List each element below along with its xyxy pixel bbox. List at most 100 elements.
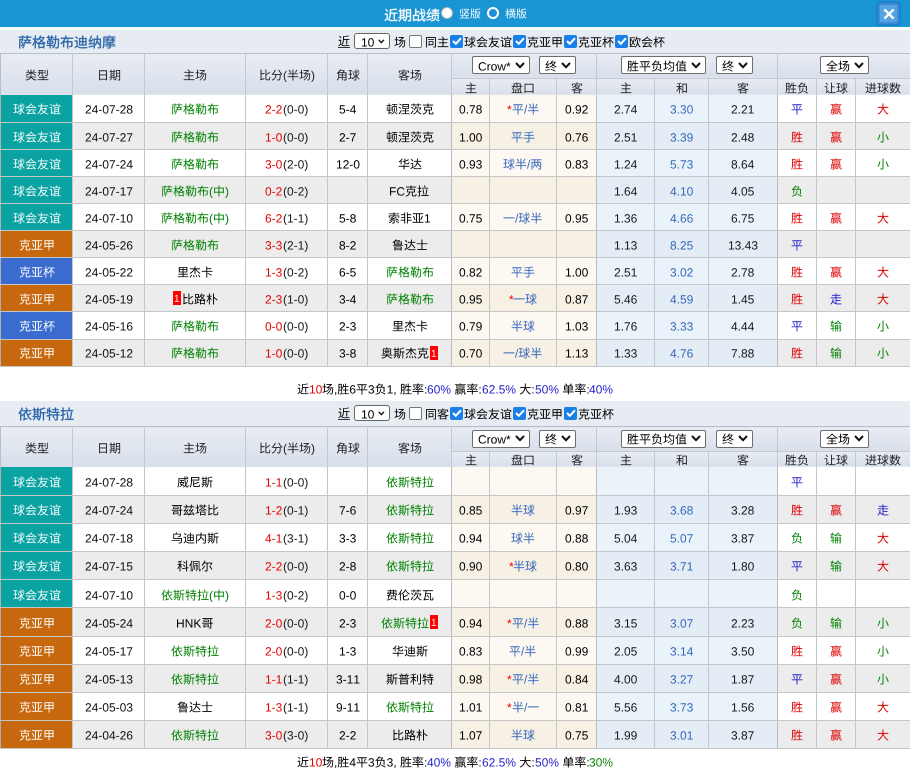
league-label	[464, 34, 512, 48]
away-team-name	[381, 615, 429, 629]
away-odds	[557, 692, 597, 720]
halftime-score	[283, 291, 308, 305]
avg-draw-odds	[655, 552, 709, 580]
odds-time-select[interactable]	[539, 56, 576, 74]
home-odds	[452, 95, 490, 122]
fulltime-score	[265, 156, 282, 170]
home-odds	[452, 122, 490, 149]
match-row	[1, 258, 910, 285]
fulltime-score	[265, 318, 282, 332]
same-venue-checkbox[interactable]	[409, 35, 422, 48]
col-header-handicap-result	[817, 78, 856, 95]
league-checkbox[interactable]	[564, 35, 577, 48]
away-team	[368, 122, 452, 149]
avg-away-odds	[709, 312, 778, 339]
scope-select[interactable]	[820, 56, 869, 74]
avg-away-odds	[709, 664, 778, 692]
summary-win-rate	[427, 383, 451, 395]
corner-count	[328, 692, 368, 720]
halftime-score	[283, 318, 308, 332]
away-team-name	[386, 671, 434, 685]
handicap-result	[817, 312, 856, 339]
summary-games-count	[309, 383, 322, 395]
avg-odds-select-value	[627, 432, 687, 446]
league-checkbox[interactable]	[615, 35, 628, 48]
match-date	[73, 176, 145, 203]
vertical-layout-radio[interactable]	[441, 7, 453, 19]
scope-select[interactable]	[820, 430, 869, 448]
handicap	[490, 149, 557, 176]
league-checkbox[interactable]	[450, 407, 463, 420]
avg-home-odds	[597, 664, 655, 692]
avg-away-odds	[709, 339, 778, 366]
avg-odds-select[interactable]	[621, 430, 706, 448]
home-odds	[452, 495, 490, 523]
chevron-down-icon	[515, 435, 525, 442]
col-header-handicap	[490, 451, 557, 467]
goals-result	[856, 721, 910, 749]
home-team	[145, 231, 246, 258]
title-bar	[0, 0, 910, 27]
avg-home-odds	[597, 636, 655, 664]
league-badge	[1, 339, 73, 366]
halftime-score	[283, 587, 308, 601]
league-checkbox[interactable]	[450, 35, 463, 48]
match-row	[1, 312, 910, 339]
home-team-name	[177, 559, 213, 573]
handicap-result	[817, 495, 856, 523]
match-result	[778, 523, 817, 551]
match-row	[1, 636, 910, 664]
summary-games-count	[309, 756, 322, 768]
away-team	[368, 608, 452, 636]
league-checkbox[interactable]	[564, 407, 577, 420]
away-odds	[557, 176, 597, 203]
horizontal-layout-radio[interactable]	[487, 7, 499, 19]
league-checkbox[interactable]	[513, 35, 526, 48]
recent-label	[338, 407, 350, 420]
league-checkbox[interactable]	[513, 407, 526, 420]
avg-draw-odds	[655, 339, 709, 366]
goals-result	[856, 692, 910, 720]
away-odds	[557, 580, 597, 608]
match-row	[1, 692, 910, 720]
col-header-score	[246, 427, 328, 468]
check-icon	[515, 409, 525, 417]
bookmaker-select[interactable]	[472, 56, 530, 74]
home-odds	[452, 692, 490, 720]
check-icon	[452, 409, 462, 417]
games-count-select[interactable]	[354, 33, 390, 49]
score	[246, 608, 328, 636]
home-team-name	[171, 643, 219, 657]
home-odds	[452, 339, 490, 366]
odds-time-select[interactable]	[539, 430, 576, 448]
goals-result	[856, 312, 910, 339]
page-title	[384, 5, 440, 21]
handicap-text	[512, 101, 539, 115]
avg-time-select[interactable]	[716, 56, 753, 74]
match-row	[1, 552, 910, 580]
games-suffix-label	[394, 34, 406, 48]
summary-odd-label	[559, 756, 590, 768]
close-button[interactable]	[878, 3, 899, 24]
check-icon	[515, 37, 525, 45]
games-count-select[interactable]	[354, 405, 390, 421]
avg-home-odds	[597, 312, 655, 339]
corner-count	[328, 495, 368, 523]
avg-draw-odds	[655, 231, 709, 258]
match-result	[778, 258, 817, 285]
away-odds	[557, 285, 597, 312]
match-result	[778, 467, 817, 495]
fulltime-score	[265, 346, 282, 360]
away-team	[368, 721, 452, 749]
check-icon	[617, 37, 627, 45]
bookmaker-select[interactable]	[472, 430, 530, 448]
away-team	[368, 692, 452, 720]
match-result	[778, 231, 817, 258]
match-date	[73, 285, 145, 312]
avg-odds-select[interactable]	[621, 56, 706, 74]
league-badge	[1, 467, 73, 495]
same-venue-checkbox[interactable]	[409, 407, 422, 420]
avg-time-select[interactable]	[716, 430, 753, 448]
col-header-result	[778, 451, 817, 467]
match-row	[1, 149, 910, 176]
